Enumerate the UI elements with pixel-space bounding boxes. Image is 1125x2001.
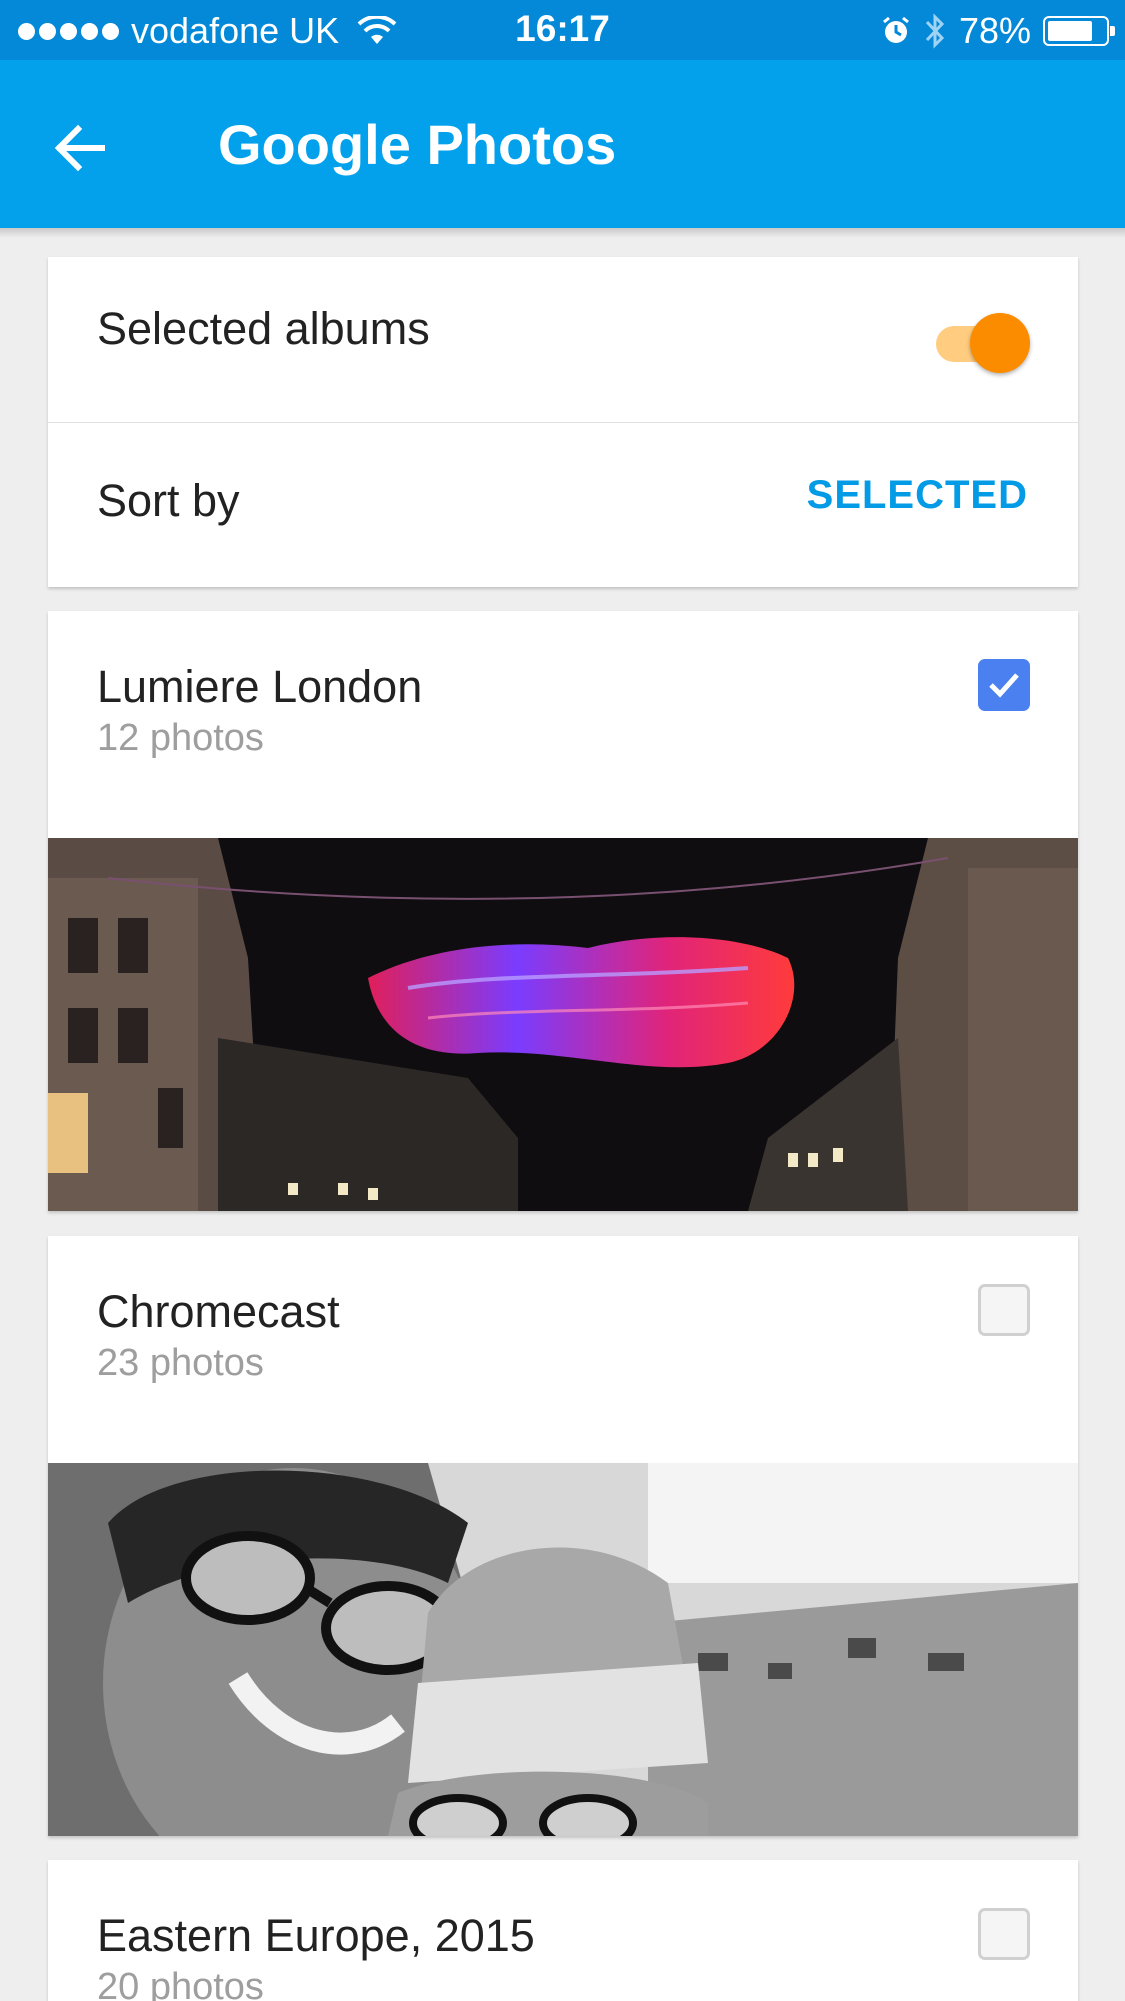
app-bar: Google Photos (0, 60, 1125, 228)
checkmark-icon (989, 673, 1019, 698)
sort-by-label: Sort by (97, 475, 240, 526)
album-card-eastern-europe-2015[interactable]: Eastern Europe, 2015 20 photos (48, 1860, 1078, 2001)
album-photo-count: 23 photos (97, 1342, 264, 1384)
selected-albums-row[interactable]: Selected albums (48, 257, 1078, 422)
album-card-chromecast[interactable]: Chromecast 23 photos (48, 1236, 1078, 1836)
app-bar-shadow (0, 228, 1125, 238)
arrow-left-icon[interactable] (48, 116, 112, 180)
album-cover-photo (48, 838, 1078, 1211)
bluetooth-icon (925, 13, 945, 49)
sort-by-row[interactable]: Sort by SELECTED (48, 422, 1078, 587)
album-photo-count: 12 photos (97, 717, 264, 759)
album-cover-photo (48, 1463, 1078, 1836)
alarm-clock-icon (883, 16, 909, 43)
album-name: Chromecast (97, 1286, 340, 1337)
album-name: Eastern Europe, 2015 (97, 1910, 535, 1961)
page-title: Google Photos (218, 113, 617, 176)
battery-percentage: 78% (958, 10, 1031, 51)
album-checkbox[interactable] (978, 659, 1030, 711)
album-checkbox[interactable] (978, 1284, 1030, 1336)
toggle-knob (970, 313, 1030, 373)
settings-card: Selected albums Sort by SELECTED (48, 257, 1078, 587)
status-bar: vodafone UK 16:17 78% (0, 0, 1125, 60)
album-checkbox[interactable] (978, 1908, 1030, 1960)
album-card-lumiere-london[interactable]: Lumiere London 12 photos (48, 611, 1078, 1211)
selected-albums-label: Selected albums (97, 303, 430, 354)
battery-fill (1048, 21, 1092, 41)
status-right: 78% (881, 10, 1115, 52)
album-photo-count: 20 photos (97, 1966, 264, 2001)
sort-by-value-button[interactable]: SELECTED (807, 473, 1028, 518)
album-name: Lumiere London (97, 661, 423, 712)
battery-icon (1043, 16, 1115, 46)
selected-albums-toggle[interactable] (924, 309, 1030, 373)
